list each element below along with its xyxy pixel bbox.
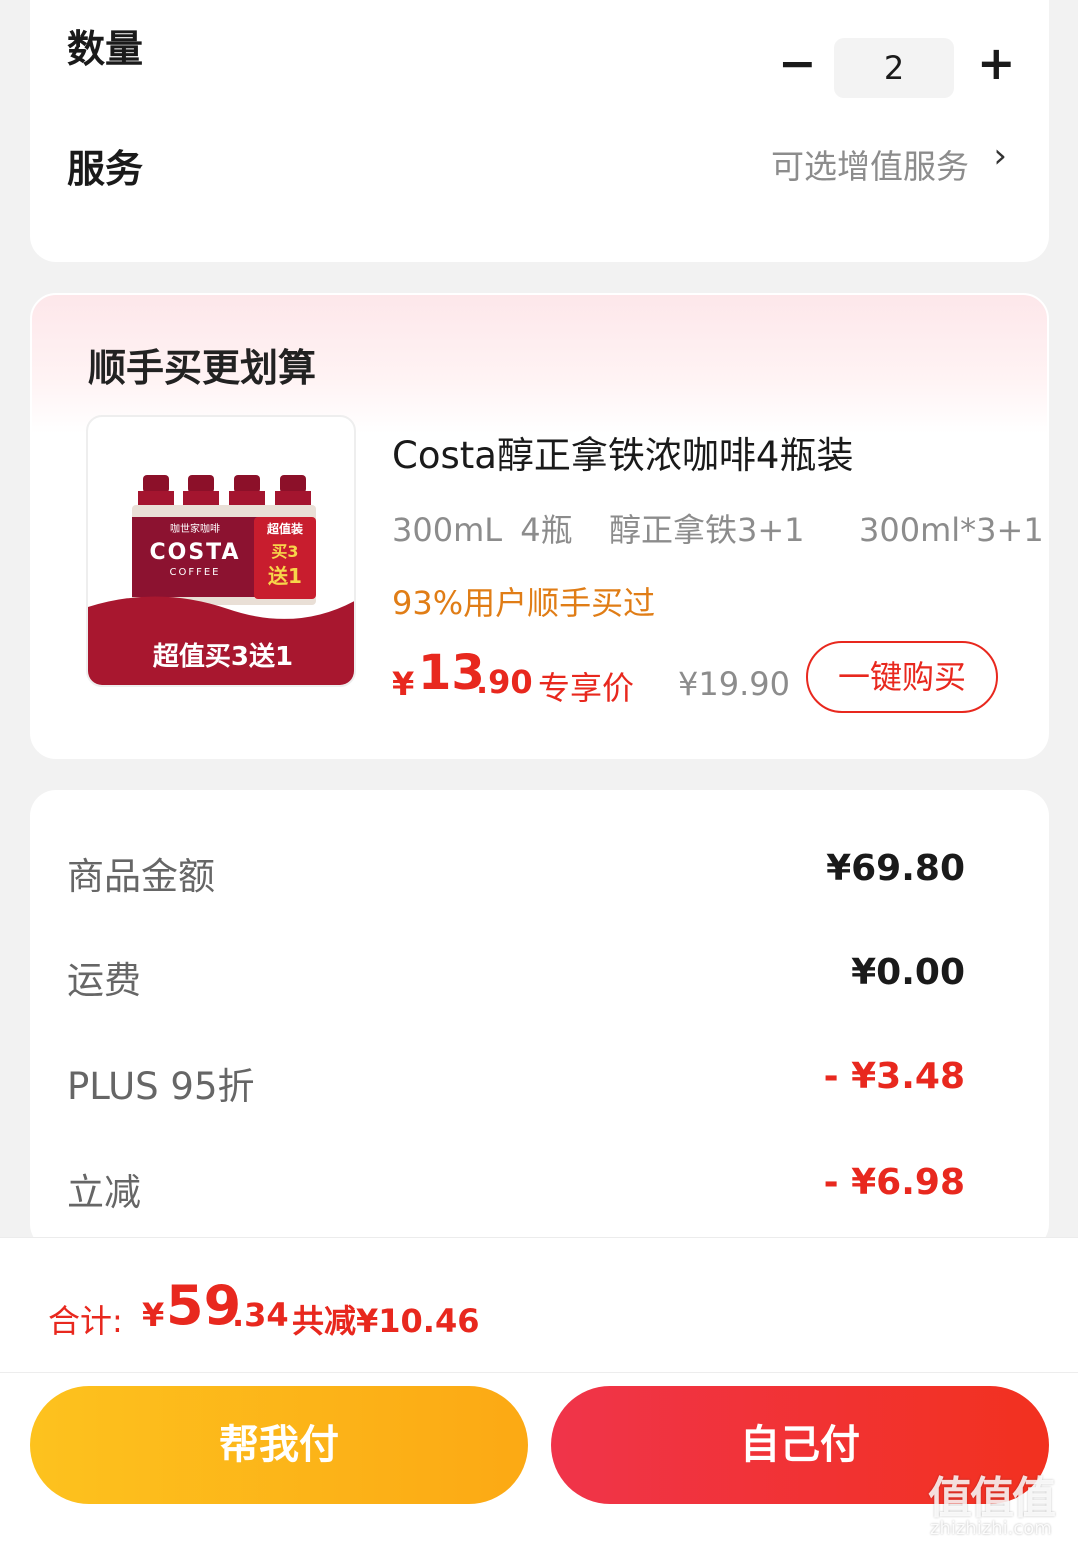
amount-summary-card: 商品金额 ¥69.80 运费 ¥0.00 PLUS 95折 - ¥3.48 立减… — [30, 790, 1049, 1250]
total-saved: 共减¥10.46 — [292, 1302, 480, 1340]
product-top-text: 咖世家咖啡 — [170, 522, 220, 535]
total-integer: 59 — [166, 1274, 242, 1337]
costa-product-illustration: 咖世家咖啡 COSTA COFFEE 超值装 买3 送1 超值买3送1 — [88, 475, 354, 685]
watermark-url: zhizhizhi.com — [930, 1518, 1052, 1539]
quantity-label: 数量 — [67, 27, 144, 71]
price-integer: 13 — [418, 645, 485, 701]
service-label: 服务 — [67, 147, 144, 191]
total-decimal: .34 — [232, 1296, 289, 1334]
options-card: 数量 − 2 + 服务 可选增值服务 › — [30, 0, 1049, 262]
checkout-bar: 合计: ¥ 59 .34 共减¥10.46 帮我付 自己付 — [0, 1237, 1078, 1549]
recommendation-card: 顺手买更划算 咖世家咖啡 COSTA COFFEE 超值装 买3 送1 超值买3… — [30, 293, 1049, 759]
promo-badge-top: 超值装 — [266, 521, 303, 536]
costa-logo-text: COSTA — [149, 540, 240, 565]
amount-label-shipping: 运费 — [67, 959, 141, 1002]
price-currency-symbol: ¥ — [392, 665, 415, 703]
amount-value-goods: ¥69.80 — [826, 848, 965, 889]
price-decimal: .90 — [476, 663, 533, 701]
total-line: 合计: ¥ 59 .34 共减¥10.46 — [48, 1274, 748, 1340]
promo-badge-buy: 买3 — [271, 542, 298, 561]
divider — [0, 1372, 1078, 1373]
price-row: ¥ 13 .90 专享价 ¥19.90 一键购买 — [392, 641, 1012, 715]
promo-banner-text: 超值买3送1 — [153, 642, 293, 672]
quantity-plus-button[interactable]: + — [977, 40, 1016, 86]
amount-value-shipping: ¥0.00 — [851, 952, 965, 993]
total-label: 合计: — [48, 1302, 123, 1340]
social-proof-text: 93%用户顺手买过 — [392, 584, 656, 622]
amount-label-instant-discount: 立减 — [67, 1171, 141, 1214]
quantity-input[interactable]: 2 — [834, 38, 954, 98]
promo-badge-gift: 送1 — [268, 564, 302, 588]
coffee-logo-text: COFFEE — [170, 567, 221, 578]
service-selector[interactable]: 可选增值服务 — [771, 140, 969, 188]
amount-label-plus-discount: PLUS 95折 — [67, 1065, 255, 1108]
product-spec: 300mL 4瓶 醇正拿铁3+1 300ml*3+1 — [392, 511, 1044, 549]
original-price: ¥19.90 — [678, 665, 790, 703]
total-currency-symbol: ¥ — [142, 1296, 165, 1334]
recommendation-title: 顺手买更划算 — [88, 346, 317, 390]
chevron-right-icon[interactable]: › — [993, 136, 1007, 176]
help-me-pay-button[interactable]: 帮我付 — [30, 1386, 528, 1504]
product-image[interactable]: 咖世家咖啡 COSTA COFFEE 超值装 买3 送1 超值买3送1 — [86, 415, 356, 687]
amount-value-plus-discount: - ¥3.48 — [823, 1056, 965, 1097]
one-click-buy-button[interactable]: 一键购买 — [806, 641, 998, 713]
amount-value-instant-discount: - ¥6.98 — [823, 1162, 965, 1203]
product-name[interactable]: Costa醇正拿铁浓咖啡4瓶装 — [392, 425, 853, 479]
exclusive-price-tag: 专享价 — [538, 669, 635, 707]
quantity-minus-button[interactable]: − — [778, 40, 817, 86]
amount-label-goods: 商品金额 — [67, 855, 215, 898]
watermark-logo: 值值值 — [928, 1473, 1056, 1524]
